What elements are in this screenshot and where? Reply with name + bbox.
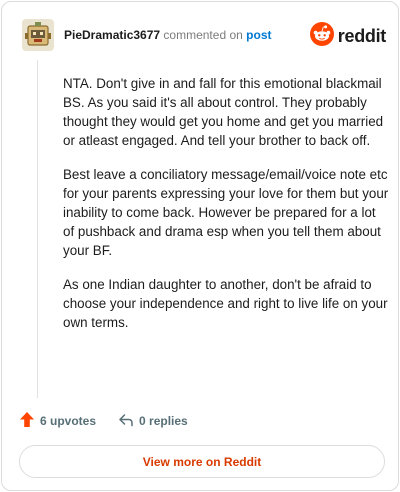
thread-line — [37, 60, 38, 398]
reply-count: 0 replies — [139, 414, 188, 428]
comment-byline: PieDramatic3677 commented on post — [64, 27, 272, 43]
comment-header: PieDramatic3677 commented on post reddit — [22, 19, 386, 51]
commented-on-text: commented on — [163, 28, 243, 42]
upvote-arrow-icon — [19, 411, 35, 431]
comment-paragraph: NTA. Don't give in and fall for this emo… — [63, 76, 384, 148]
comment-paragraph: As one Indian daughter to another, don't… — [63, 277, 388, 330]
upvote-button[interactable]: 6 upvotes — [19, 411, 96, 431]
reply-button[interactable]: 0 replies — [118, 412, 188, 431]
reddit-wordmark: reddit — [337, 26, 387, 46]
comment-paragraph: Best leave a conciliatory message/email/… — [63, 167, 389, 258]
reddit-snoo-icon — [309, 22, 334, 51]
reply-arrow-icon — [118, 412, 134, 431]
comment-body: NTA. Don't give in and fall for this emo… — [63, 74, 389, 347]
view-more-button[interactable]: View more on Reddit — [19, 445, 385, 478]
upvote-count: 6 upvotes — [40, 414, 97, 428]
comment-card: PieDramatic3677 commented on post reddit — [1, 1, 399, 491]
user-avatar[interactable] — [22, 19, 54, 51]
comment-actions: 6 upvotes 0 replies — [19, 411, 188, 431]
reddit-brand[interactable]: reddit — [309, 22, 387, 51]
username[interactable]: PieDramatic3677 — [64, 28, 160, 42]
post-link[interactable]: post — [246, 28, 271, 42]
